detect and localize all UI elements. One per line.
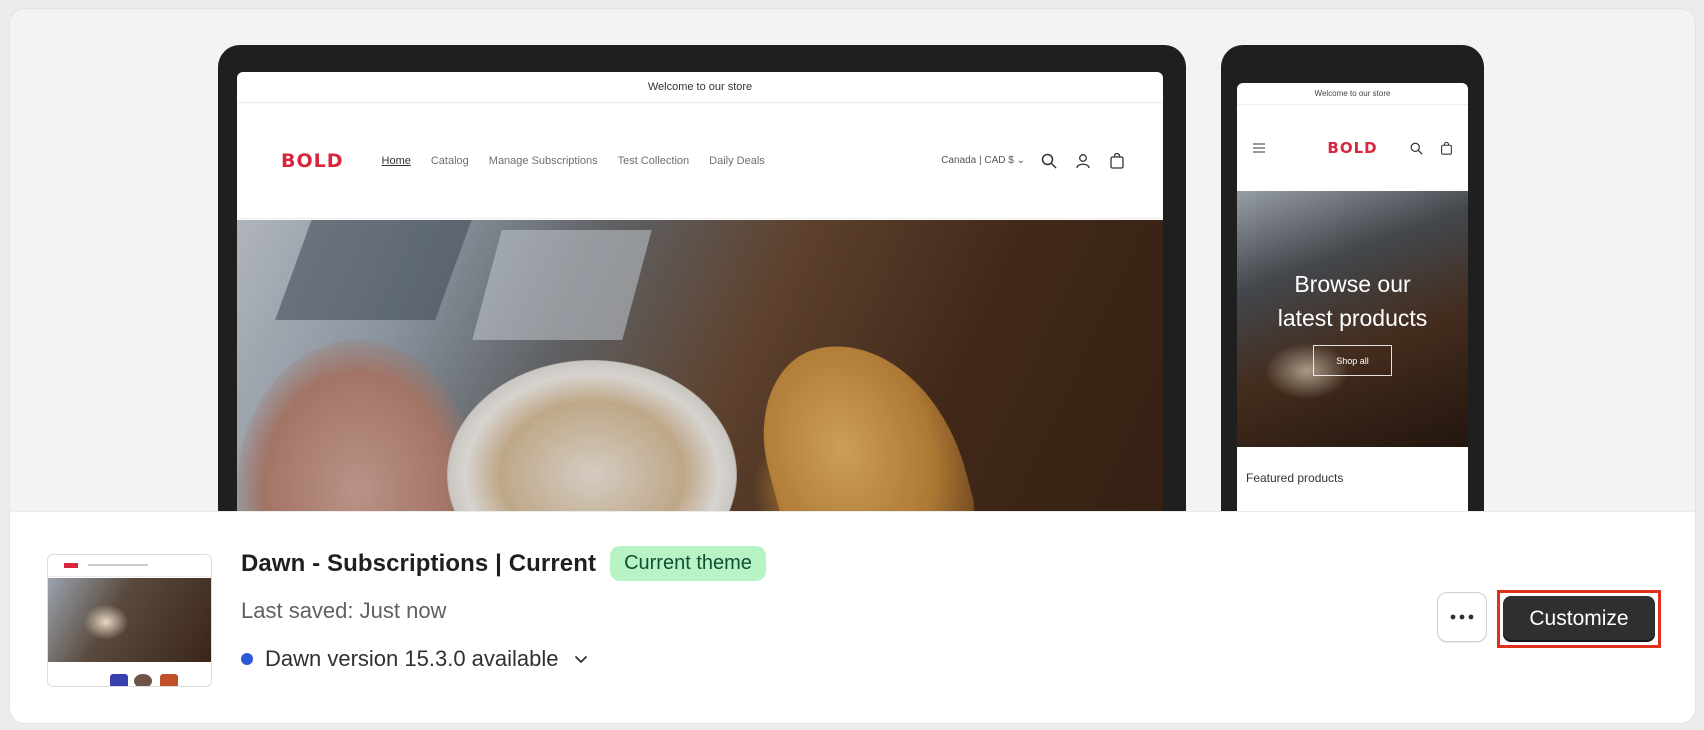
menu-icon: [1249, 138, 1269, 158]
mobile-hero-line-2: latest products: [1277, 305, 1428, 331]
theme-title-row: Dawn - Subscriptions | Current Current t…: [241, 546, 766, 581]
desktop-preview-frame: Welcome to our store BOLD Home Catalog M…: [218, 45, 1186, 511]
mobile-announcement-bar: Welcome to our store: [1237, 83, 1468, 105]
current-theme-badge: Current theme: [610, 546, 766, 581]
nav-item-home: Home: [381, 154, 411, 167]
country-selector: Canada | CAD $ ⌄: [941, 155, 1025, 166]
mobile-store-header: BOLD: [1237, 105, 1468, 191]
more-actions-button[interactable]: [1437, 592, 1487, 642]
header-actions: Canada | CAD $ ⌄: [941, 151, 1127, 171]
customize-highlight: Customize: [1497, 590, 1661, 648]
version-available-text: Dawn version 15.3.0 available: [265, 646, 559, 671]
mobile-featured-heading: Featured products: [1246, 471, 1344, 485]
mobile-preview-frame: Welcome to our store BOLD Browse our lat…: [1221, 45, 1484, 511]
mobile-search-icon: [1406, 138, 1426, 158]
theme-preview[interactable]: Welcome to our store BOLD Home Catalog M…: [10, 9, 1695, 511]
hero-image: [237, 220, 1163, 511]
last-saved-text: Last saved: Just now: [241, 598, 447, 623]
search-icon: [1039, 151, 1059, 171]
nav-item-manage-subscriptions: Manage Subscriptions: [488, 154, 598, 167]
mobile-hero-title: Browse our latest products: [1237, 267, 1468, 335]
country-label: Canada | CAD $: [941, 155, 1014, 166]
mobile-cart-icon: [1436, 138, 1456, 158]
store-header: BOLD Home Catalog Manage Subscriptions T…: [237, 103, 1163, 219]
version-available-toggle[interactable]: Dawn version 15.3.0 available: [241, 646, 591, 672]
theme-thumbnail: [47, 554, 212, 687]
store-logo: BOLD: [281, 149, 344, 172]
chevron-down-icon: [571, 649, 591, 669]
more-icon: [1450, 614, 1474, 620]
cart-icon: [1107, 151, 1127, 171]
nav-item-test-collection: Test Collection: [617, 154, 690, 167]
mobile-hero-line-1: Browse our: [1294, 271, 1411, 297]
account-icon: [1073, 151, 1093, 171]
theme-card: Welcome to our store BOLD Home Catalog M…: [9, 8, 1696, 724]
status-dot-icon: [241, 653, 253, 665]
nav-item-catalog: Catalog: [430, 154, 469, 167]
customize-button[interactable]: Customize: [1503, 596, 1655, 642]
announcement-bar: Welcome to our store: [237, 72, 1163, 103]
mobile-store-logo: BOLD: [1327, 139, 1378, 157]
nav-item-daily-deals: Daily Deals: [709, 154, 765, 167]
store-nav: Home Catalog Manage Subscriptions Test C…: [382, 155, 765, 167]
mobile-preview-screen: Welcome to our store BOLD Browse our lat…: [1237, 83, 1468, 511]
mobile-shop-all-button: Shop all: [1313, 345, 1392, 376]
theme-name: Dawn - Subscriptions | Current: [241, 549, 597, 577]
desktop-preview-screen: Welcome to our store BOLD Home Catalog M…: [237, 72, 1163, 511]
theme-info-bar: Dawn - Subscriptions | Current Current t…: [10, 511, 1695, 723]
mobile-hero-image: Browse our latest products Shop all: [1237, 191, 1468, 447]
